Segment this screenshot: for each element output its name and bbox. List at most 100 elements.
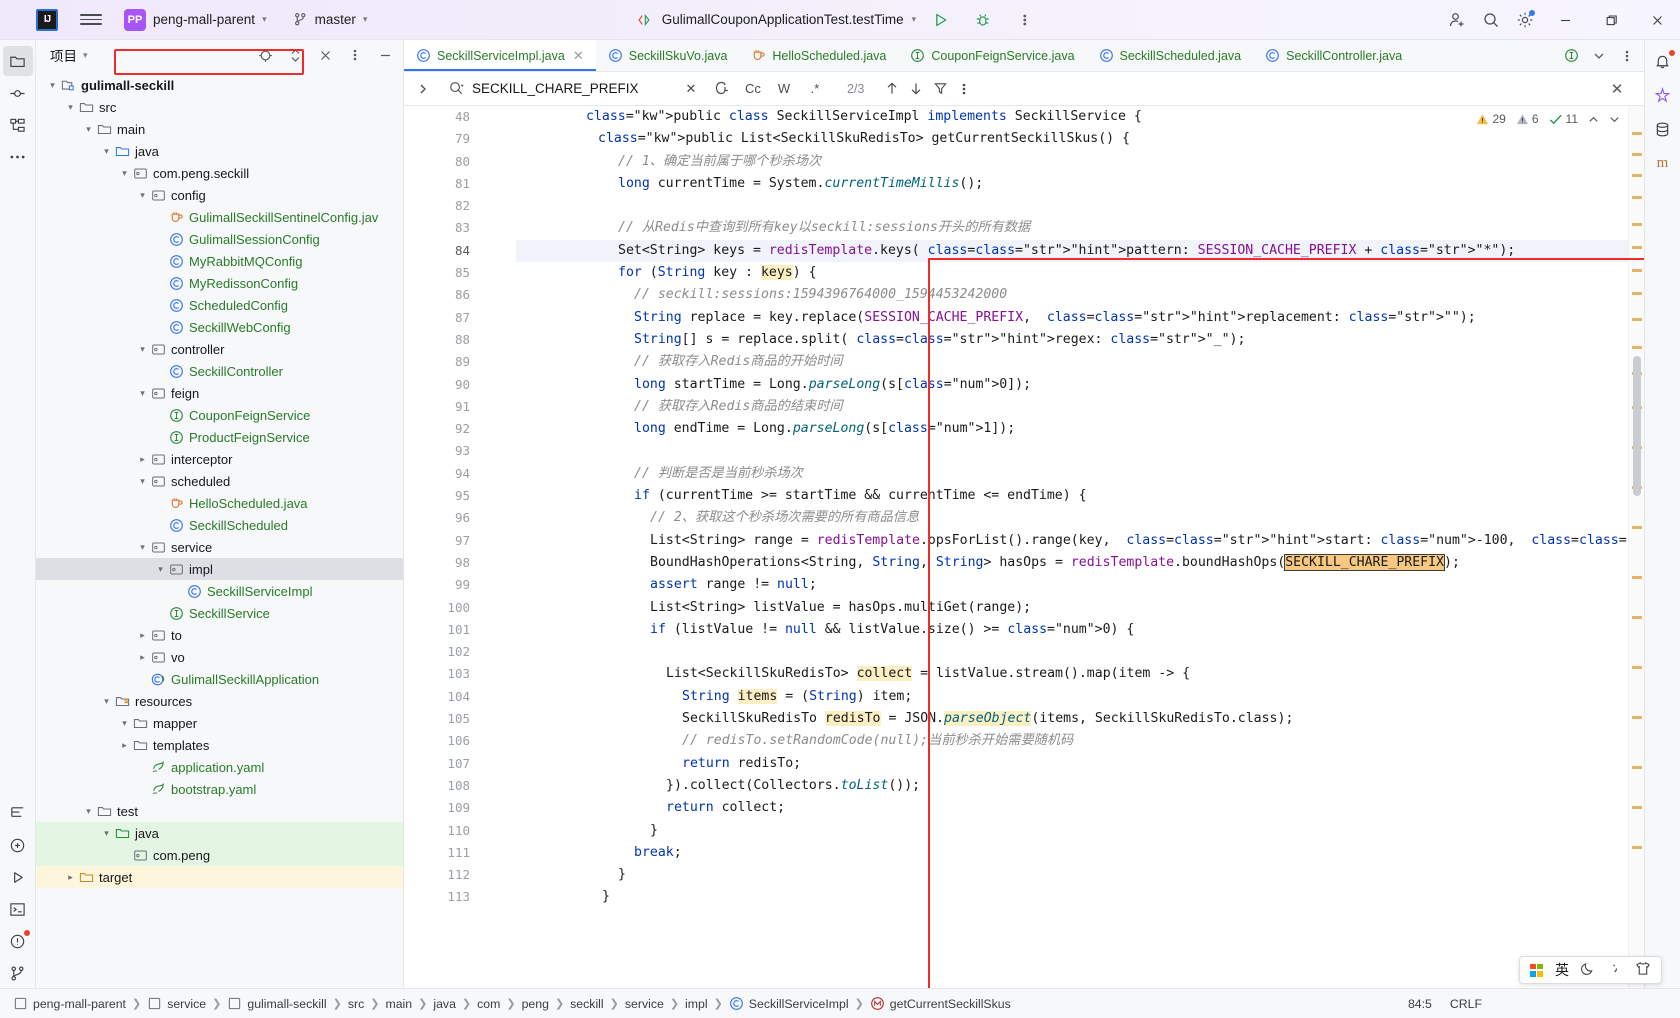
fold-column[interactable] [482, 106, 516, 988]
breadcrumb-item-src[interactable]: src [345, 995, 367, 1013]
tree-node-gulimallseckillsentinelconfig-jav[interactable]: GulimallSeckillSentinelConfig.jav [36, 206, 403, 228]
minimize-button[interactable] [1542, 0, 1588, 40]
tree-node-controller[interactable]: ▾ controller [36, 338, 403, 360]
breadcrumb-item-main[interactable]: main [382, 995, 415, 1013]
close-button[interactable] [1634, 0, 1680, 40]
tree-node-gulimallseckillapplication[interactable]: GulimallSeckillApplication [36, 668, 403, 690]
code-line[interactable]: }).collect(Collectors.toList()); [516, 775, 1628, 797]
code-line[interactable]: String[] s = replace.split( class=class=… [516, 329, 1628, 351]
chevron-right-icon[interactable]: ▸ [136, 454, 149, 465]
find-prev-button[interactable] [880, 77, 904, 101]
tree-node-gulimallsessionconfig[interactable]: GulimallSessionConfig [36, 228, 403, 250]
find-next-button[interactable] [904, 77, 928, 101]
code-line[interactable]: assert range != null; [516, 574, 1628, 596]
code-line[interactable]: List<String> range = redisTemplate.opsFo… [516, 530, 1628, 552]
breadcrumb-item-impl[interactable]: impl [682, 995, 711, 1013]
chevron-down-icon[interactable]: ▾ [136, 388, 149, 399]
code-line[interactable]: if (currentTime >= startTime && currentT… [516, 485, 1628, 507]
tree-node-myrabbitmqconfig[interactable]: MyRabbitMQConfig [36, 250, 403, 272]
code-line[interactable]: if (listValue != null && listValue.size(… [516, 619, 1628, 641]
line-separator[interactable]: CRLF [1450, 997, 1482, 1011]
ime-indicator[interactable]: 英 [1519, 956, 1662, 984]
breadcrumb-item-peng[interactable]: peng [519, 995, 552, 1013]
code-line[interactable] [516, 195, 1628, 217]
find-expand-icon[interactable] [410, 76, 436, 102]
chevron-down-icon[interactable]: ▾ [82, 806, 95, 817]
sidebar-item-structure-bottom[interactable] [3, 798, 33, 828]
code-line[interactable]: Set<String> keys = redisTemplate.keys( c… [516, 239, 1628, 263]
breadcrumb-item-service[interactable]: service [622, 995, 667, 1013]
tree-node-test[interactable]: ▾ test [36, 800, 403, 822]
chevron-down-icon[interactable]: ▾ [83, 50, 88, 61]
tree-node-helloscheduled-java[interactable]: HelloScheduled.java [36, 492, 403, 514]
code-line[interactable]: long endTime = Long.parseLong(s[class="n… [516, 418, 1628, 440]
tree-node-vo[interactable]: ▸ vo [36, 646, 403, 668]
tree-node-to[interactable]: ▸ to [36, 624, 403, 646]
code-line[interactable]: // redisTo.setRandomCode(null);当前秒杀开始需要随… [516, 730, 1628, 752]
chevron-right-icon[interactable]: ▸ [136, 630, 149, 641]
tree-node-myredissonconfig[interactable]: MyRedissonConfig [36, 272, 403, 294]
breadcrumb-item-java[interactable]: java [430, 995, 459, 1013]
tree-node-seckillservice[interactable]: SeckillService [36, 602, 403, 624]
search-everywhere-button[interactable] [1474, 3, 1508, 37]
editor-tab-couponfeignservice-java[interactable]: CouponFeignService.java [898, 40, 1086, 71]
match-case-button[interactable]: Cc [741, 77, 765, 101]
code-content[interactable]: class="kw">public class SeckillServiceIm… [516, 106, 1628, 988]
code-line[interactable]: String replace = key.replace(SESSION_CAC… [516, 307, 1628, 329]
inspection-next-button[interactable] [1609, 114, 1620, 125]
code-line[interactable]: List<String> listValue = hasOps.multiGet… [516, 597, 1628, 619]
sidebar-item-git[interactable] [3, 958, 33, 988]
chevron-down-icon[interactable]: ▾ [118, 718, 131, 729]
code-line[interactable]: class="kw">public List<SeckillSkuRedisTo… [516, 128, 1628, 150]
whole-words-button[interactable]: W [772, 77, 796, 101]
expand-collapse-button[interactable] [283, 43, 307, 67]
chevron-down-icon[interactable]: ▾ [100, 146, 113, 157]
select-opened-file-button[interactable] [253, 43, 277, 67]
code-line[interactable]: return redisTo; [516, 753, 1628, 775]
tree-node-seckillwebconfig[interactable]: SeckillWebConfig [36, 316, 403, 338]
tree-node-mapper[interactable]: ▾ mapper [36, 712, 403, 734]
find-filter-button[interactable] [928, 77, 952, 101]
search-dropdown-icon[interactable] [448, 80, 465, 97]
code-line[interactable]: BoundHashOperations<String, String, Stri… [516, 552, 1628, 574]
chevron-down-icon[interactable]: ▾ [100, 828, 113, 839]
tab-close-icon[interactable]: ✕ [573, 48, 584, 64]
code-line[interactable]: long currentTime = System.currentTimeMil… [516, 173, 1628, 195]
sidebar-item-services[interactable] [3, 830, 33, 860]
chevron-down-icon[interactable]: ▾ [118, 168, 131, 179]
sidebar-item-problems[interactable] [3, 926, 33, 956]
preserve-case-icon[interactable] [710, 77, 734, 101]
code-line[interactable]: // 获取存入Redis商品的结束时间 [516, 396, 1628, 418]
tree-node-couponfeignservice[interactable]: CouponFeignService [36, 404, 403, 426]
caret-position[interactable]: 84:5 [1408, 997, 1432, 1011]
code-line[interactable]: // 从Redis中查询到所有key以seckill:sessions开头的所有… [516, 217, 1628, 239]
ime-language[interactable]: 英 [1555, 960, 1569, 980]
tree-node-src[interactable]: ▾ src [36, 96, 403, 118]
tree-node-templates[interactable]: ▸ templates [36, 734, 403, 756]
code-line[interactable] [516, 641, 1628, 663]
editor-tab-seckillcontroller-java[interactable]: SeckillController.java [1253, 40, 1414, 71]
hide-panel-button[interactable] [373, 43, 397, 67]
code-line[interactable] [516, 440, 1628, 462]
code-line[interactable]: } [516, 864, 1628, 886]
tree-node-service[interactable]: ▾ service [36, 536, 403, 558]
run-more-button[interactable] [1008, 3, 1042, 37]
tab-list-chevron-down-icon[interactable] [1586, 41, 1612, 71]
chevron-right-icon[interactable]: ▸ [118, 740, 131, 751]
chevron-right-icon[interactable]: ▸ [136, 652, 149, 663]
tree-node-java[interactable]: ▾ java [36, 822, 403, 844]
find-clear-button[interactable]: ✕ [679, 77, 703, 101]
comma-icon[interactable] [1608, 961, 1623, 979]
chevron-down-icon[interactable]: ▾ [136, 476, 149, 487]
main-menu-hamburger-icon[interactable] [80, 9, 102, 31]
code-editor[interactable]: 48 79 80 81 82 83 84 85 86 87 88 89 90 91 92 93 94 95 96 97… [404, 106, 1644, 988]
chevron-down-icon[interactable]: ▾ [100, 696, 113, 707]
sidebar-item-terminal[interactable] [3, 894, 33, 924]
tree-node-feign[interactable]: ▾ feign [36, 382, 403, 404]
run-configuration-name[interactable]: GulimallCouponApplicationTest.testTime [662, 12, 904, 27]
find-input[interactable] [472, 81, 672, 96]
weak-warning-count-item[interactable]: 6 [1516, 112, 1539, 126]
code-line[interactable]: } [516, 886, 1628, 908]
tree-node-main[interactable]: ▾ main [36, 118, 403, 140]
project-options-button[interactable] [343, 43, 367, 67]
